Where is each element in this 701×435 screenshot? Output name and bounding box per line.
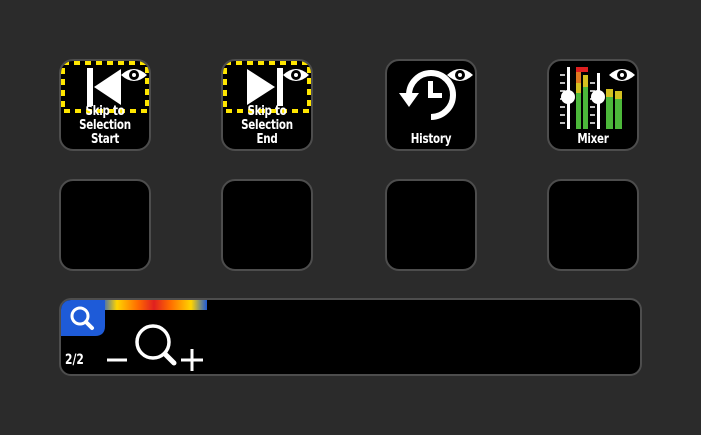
key-empty[interactable]	[385, 179, 477, 271]
key-mixer[interactable]: Mixer	[547, 59, 639, 151]
key-label: Mixer	[577, 131, 609, 147]
key-history[interactable]: History	[385, 59, 477, 151]
key-empty[interactable]	[547, 179, 639, 271]
zoom-dial-strip[interactable]: 2/2	[59, 298, 642, 376]
key-empty[interactable]	[221, 179, 313, 271]
page-indicator: 2/2	[65, 352, 84, 368]
zoom-icon	[61, 300, 207, 371]
key-label: History	[410, 131, 452, 147]
key-skip-to-selection-end[interactable]: Skip to Selection End	[221, 59, 313, 151]
key-skip-to-selection-start[interactable]: Skip to Selection Start	[59, 59, 151, 151]
key-label: Skip to Selection Start	[79, 103, 131, 147]
key-label: Skip to Selection End	[241, 103, 293, 147]
key-empty[interactable]	[59, 179, 151, 271]
